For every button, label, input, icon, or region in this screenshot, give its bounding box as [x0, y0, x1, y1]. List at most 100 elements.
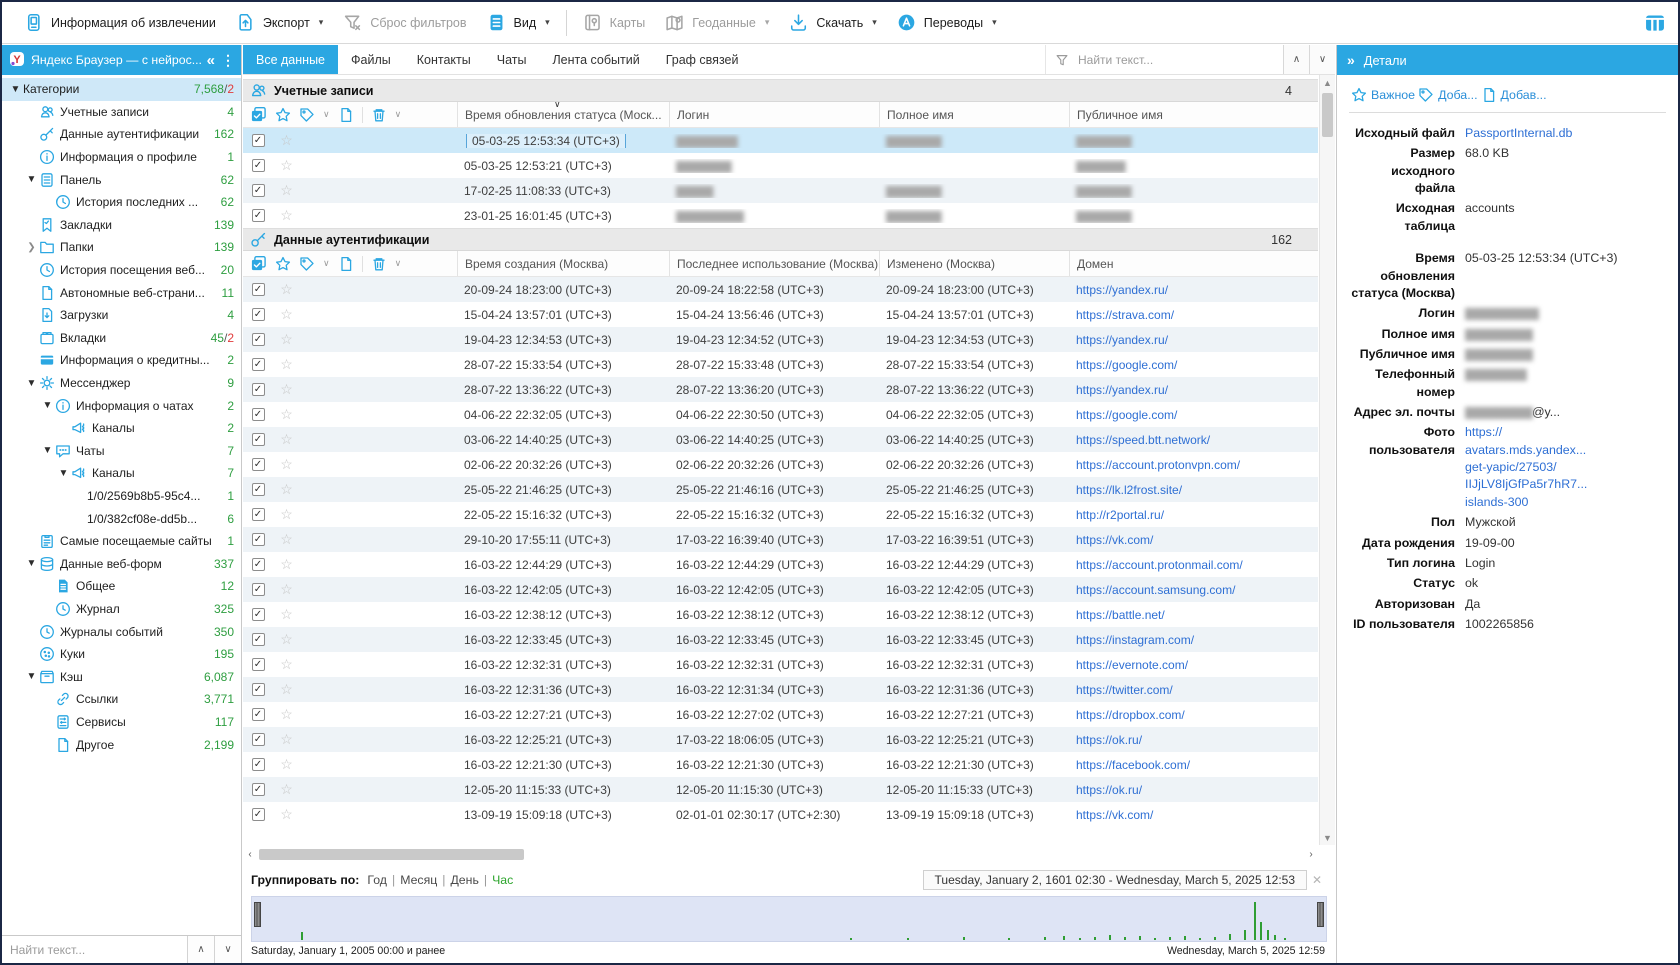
details-action-tag[interactable]: Доба... — [1418, 87, 1478, 103]
scroll-down-icon[interactable]: ▼ — [1320, 830, 1335, 845]
tab-5[interactable]: Граф связей — [653, 45, 752, 74]
tree-item-самые-посещаемые-сайты[interactable]: Самые посещаемые сайты 1 — [2, 530, 241, 553]
chevron-down-icon[interactable]: ∨ — [323, 109, 330, 120]
tree-item-каналы[interactable]: ▼ Каналы 7 — [2, 462, 241, 485]
horizontal-scrollbar[interactable]: ‹ › — [243, 847, 1318, 862]
tree-item-учетные-записи[interactable]: Учетные записи 4 — [2, 101, 241, 124]
dropdown-caret-icon[interactable]: ▾ — [319, 17, 324, 28]
tree-item-журналы-событий[interactable]: Журналы событий 350 — [2, 620, 241, 643]
chevron-down-icon[interactable]: ∨ — [323, 258, 330, 269]
row-checkbox[interactable]: ✓ — [251, 358, 265, 371]
table-row[interactable]: ✓ ☆ 16-03-22 12:25:21 (UTC+3) 17-03-22 18:0… — [243, 727, 1318, 752]
row-checkbox[interactable]: ✓ — [251, 308, 265, 321]
expand-closed-icon[interactable]: ❯ — [24, 242, 39, 253]
tab-3[interactable]: Чаты — [484, 45, 540, 74]
row-checkbox[interactable]: ✓ — [251, 283, 265, 296]
group-by-год[interactable]: Год — [367, 873, 387, 887]
tree-item-закладки[interactable]: Закладки 139 — [2, 214, 241, 237]
expand-open-icon[interactable]: ▼ — [8, 84, 23, 95]
row-star-icon[interactable]: ☆ — [273, 731, 300, 748]
row-checkbox[interactable]: ✓ — [251, 633, 265, 646]
group-by-месяц[interactable]: Месяц — [400, 873, 437, 887]
tag-icon[interactable] — [299, 256, 315, 272]
tag-icon[interactable] — [299, 107, 315, 123]
row-checkbox[interactable]: ✓ — [251, 458, 265, 471]
scroll-up-icon[interactable]: ▲ — [1320, 75, 1335, 90]
row-checkbox[interactable]: ✓ — [251, 184, 265, 197]
table-row[interactable]: ✓ ☆ 25-05-22 21:46:25 (UTC+3) 25-05-22 21:4… — [243, 477, 1318, 502]
row-star-icon[interactable]: ☆ — [273, 431, 300, 448]
timeline-right-handle[interactable] — [1317, 902, 1324, 927]
tree-item-сервисы[interactable]: Сервисы 117 — [2, 711, 241, 734]
note-icon[interactable] — [338, 107, 354, 123]
dropdown-caret-icon[interactable]: ▾ — [992, 17, 997, 28]
table-row[interactable]: ✓ ☆ 28-07-22 13:36:22 (UTC+3) 28-07-22 13:3… — [243, 377, 1318, 402]
table-row[interactable]: ✓ ☆ 12-05-20 11:15:33 (UTC+3) 12-05-20 11:1… — [243, 777, 1318, 802]
tree-item-1-0-2569b8b5-95c4-[interactable]: 1/0/2569b8b5-95c4... 1 — [2, 485, 241, 508]
tree-item-кэш[interactable]: ▼ Кэш 6,087 — [2, 665, 241, 688]
tree-item-вкладки[interactable]: Вкладки 45/2 — [2, 327, 241, 350]
row-star-icon[interactable]: ☆ — [273, 806, 300, 823]
expand-open-icon[interactable]: ▼ — [56, 468, 71, 479]
details-action-star[interactable]: Важное — [1351, 87, 1415, 103]
row-star-icon[interactable]: ☆ — [273, 356, 300, 373]
vertical-scrollbar[interactable]: ▲ ▼ — [1319, 75, 1335, 845]
row-star-icon[interactable]: ☆ — [273, 406, 300, 423]
timeline-left-handle[interactable] — [254, 902, 261, 927]
tab-2[interactable]: Контакты — [404, 45, 484, 74]
row-checkbox[interactable]: ✓ — [251, 508, 265, 521]
row-star-icon[interactable]: ☆ — [273, 182, 300, 199]
tree-item-панель[interactable]: ▼ Панель 62 — [2, 168, 241, 191]
expand-open-icon[interactable]: ▼ — [24, 378, 39, 389]
scroll-right-icon[interactable]: › — [1304, 847, 1318, 862]
dropdown-caret-icon[interactable]: ▾ — [545, 17, 550, 28]
row-checkbox[interactable]: ✓ — [251, 159, 265, 172]
table-row[interactable]: ✓ ☆ 28-07-22 15:33:54 (UTC+3) 28-07-22 15:3… — [243, 352, 1318, 377]
sidebar-search-input[interactable] — [2, 936, 187, 963]
row-star-icon[interactable]: ☆ — [273, 781, 300, 798]
row-checkbox[interactable]: ✓ — [251, 209, 265, 222]
table-row[interactable]: ✓ ☆ 16-03-22 12:21:30 (UTC+3) 16-03-22 12:2… — [243, 752, 1318, 777]
select-all-icon[interactable] — [250, 255, 267, 272]
detail-field-value[interactable]: https://avatars.mds.yandex... get-yapic/2… — [1465, 424, 1664, 511]
tree-item-журнал[interactable]: Журнал 325 — [2, 598, 241, 621]
column-header[interactable]: Публичное имя — [1069, 102, 1318, 127]
expand-open-icon[interactable]: ▼ — [24, 671, 39, 682]
column-header[interactable]: Изменено (Москва) — [879, 251, 1069, 276]
table-row[interactable]: ✓ ☆ 13-09-19 15:09:18 (UTC+3) 02-01-01 02:3… — [243, 802, 1318, 827]
trash-icon[interactable] — [371, 107, 387, 123]
toolbar-button-view[interactable]: Вид ▾ — [477, 7, 560, 39]
table-row[interactable]: ✓ ☆ 16-03-22 12:32:31 (UTC+3) 16-03-22 12:3… — [243, 652, 1318, 677]
toolbar-button-extraction-info[interactable]: Информация об извлечении — [14, 7, 226, 39]
tree-item-ссылки[interactable]: Ссылки 3,771 — [2, 688, 241, 711]
table-row[interactable]: ✓ ☆ 22-05-22 15:16:32 (UTC+3) 22-05-22 15:1… — [243, 502, 1318, 527]
vertical-scrollbar-thumb[interactable] — [1322, 93, 1333, 137]
column-header[interactable]: Домен — [1069, 251, 1318, 276]
row-checkbox[interactable]: ✓ — [251, 758, 265, 771]
chevron-down-icon[interactable]: ∨ — [395, 258, 402, 269]
table-row[interactable]: ✓ ☆ 15-04-24 13:57:01 (UTC+3) 15-04-24 13:5… — [243, 302, 1318, 327]
row-star-icon[interactable]: ☆ — [273, 207, 300, 224]
tree-item-1-0-382cf08e-dd5b-[interactable]: 1/0/382cf08e-dd5b... 6 — [2, 507, 241, 530]
tab-0[interactable]: Все данные — [243, 45, 339, 74]
column-header[interactable]: ∨ Время обновления статуса (Моск... — [457, 102, 669, 127]
table-row[interactable]: ✓ ☆ 23-01-25 16:01:45 (UTC+3) ███████████ ██… — [243, 203, 1318, 228]
row-checkbox[interactable]: ✓ — [251, 558, 265, 571]
row-star-icon[interactable]: ☆ — [273, 656, 300, 673]
row-star-icon[interactable]: ☆ — [273, 481, 300, 498]
tab-4[interactable]: Лента событий — [539, 45, 652, 74]
row-star-icon[interactable]: ☆ — [273, 331, 300, 348]
table-row[interactable]: ✓ ☆ 16-03-22 12:38:12 (UTC+3) 16-03-22 12:3… — [243, 602, 1318, 627]
result-next-button[interactable]: ∨ — [1309, 45, 1335, 74]
table-row[interactable]: ✓ ☆ 20-09-24 18:23:00 (UTC+3) 20-09-24 18:2… — [243, 277, 1318, 302]
row-checkbox[interactable]: ✓ — [251, 658, 265, 671]
row-checkbox[interactable]: ✓ — [251, 683, 265, 696]
row-star-icon[interactable]: ☆ — [273, 756, 300, 773]
row-checkbox[interactable]: ✓ — [251, 433, 265, 446]
table-row[interactable]: ✓ ☆ 03-06-22 14:40:25 (UTC+3) 03-06-22 14:4… — [243, 427, 1318, 452]
row-checkbox[interactable]: ✓ — [251, 608, 265, 621]
scroll-left-icon[interactable]: ‹ — [243, 847, 257, 862]
sidebar-menu-button[interactable]: ⋮ — [221, 52, 235, 69]
table-row[interactable]: ✓ ☆ 02-06-22 20:32:26 (UTC+3) 02-06-22 20:3… — [243, 452, 1318, 477]
result-prev-button[interactable]: ∧ — [1283, 45, 1309, 74]
